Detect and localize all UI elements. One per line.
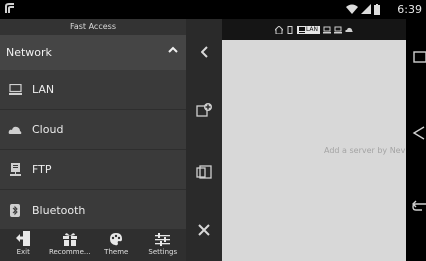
exit-button[interactable]: Exit	[0, 229, 47, 261]
exit-icon	[15, 230, 31, 247]
recommend-label: Recomme...	[48, 248, 91, 256]
cloud-icon	[8, 123, 22, 137]
home-icon[interactable]	[274, 25, 283, 34]
storage-icon[interactable]	[334, 26, 343, 34]
status-indicators	[346, 2, 380, 16]
new-window-icon	[196, 103, 212, 117]
theme-button[interactable]: Theme	[93, 229, 140, 261]
settings-label: Settings	[148, 248, 178, 256]
home-icon[interactable]	[410, 125, 426, 141]
drawer-item-label: FTP	[32, 163, 52, 176]
cloud-icon[interactable]	[345, 26, 353, 34]
chevron-left-icon	[200, 46, 208, 58]
palette-icon	[109, 230, 123, 247]
phone-icon[interactable]	[286, 25, 294, 34]
theme-label: Theme	[104, 248, 129, 256]
settings-button[interactable]: Settings	[140, 229, 187, 261]
side-rail	[186, 19, 222, 261]
fast-access-drawer: Fast Access Network LAN Cloud FTP Blueto…	[0, 19, 186, 261]
empty-state-message: Add a server by Nev	[324, 146, 406, 155]
section-header-network[interactable]: Network	[0, 35, 186, 70]
drawer-item-bluetooth[interactable]: Bluetooth	[0, 190, 186, 230]
drawer-item-label: Bluetooth	[32, 203, 86, 217]
close-window-button[interactable]	[186, 215, 222, 245]
network-icon[interactable]	[323, 26, 332, 34]
drawer-title: Fast Access	[0, 19, 186, 35]
gift-icon	[62, 230, 77, 247]
recommend-button[interactable]: Recomme...	[47, 229, 94, 261]
signal-icon	[361, 4, 371, 14]
content-area[interactable]: Add a server by Nev	[222, 40, 406, 261]
system-nav-bar	[406, 19, 426, 261]
back-icon[interactable]	[410, 199, 426, 215]
add-window-button[interactable]	[186, 95, 222, 125]
drawer-item-label: LAN	[32, 83, 55, 96]
drawer-bottom-bar: Exit Recomme... Theme Settings	[0, 229, 186, 261]
lan-tab-label: LAN	[305, 25, 319, 33]
computer-icon	[298, 26, 305, 33]
recent-apps-icon[interactable]	[410, 49, 426, 65]
ftp-icon	[8, 163, 22, 177]
wifi-icon	[346, 4, 358, 14]
path-toolbar: LAN	[222, 19, 406, 40]
lan-tab[interactable]: LAN	[296, 25, 321, 34]
drawer-item-cloud[interactable]: Cloud	[0, 110, 186, 150]
chevron-up-icon	[168, 46, 178, 53]
drawer-item-ftp[interactable]: FTP	[0, 150, 186, 190]
status-time: 6:39	[397, 3, 422, 16]
close-icon	[198, 224, 210, 236]
windows-icon	[196, 165, 212, 179]
drawer-item-lan[interactable]: LAN	[0, 70, 186, 110]
bluetooth-icon	[8, 203, 22, 217]
exit-label: Exit	[16, 248, 30, 256]
section-label: Network	[6, 46, 52, 59]
computer-icon	[8, 83, 22, 97]
sliders-icon	[155, 230, 171, 247]
collapse-drawer-button[interactable]	[186, 37, 222, 67]
switch-window-button[interactable]	[186, 157, 222, 187]
status-bar: 6:39	[0, 0, 426, 19]
app-notification-icon	[5, 3, 14, 13]
battery-icon	[374, 3, 380, 15]
drawer-item-label: Cloud	[32, 123, 64, 136]
